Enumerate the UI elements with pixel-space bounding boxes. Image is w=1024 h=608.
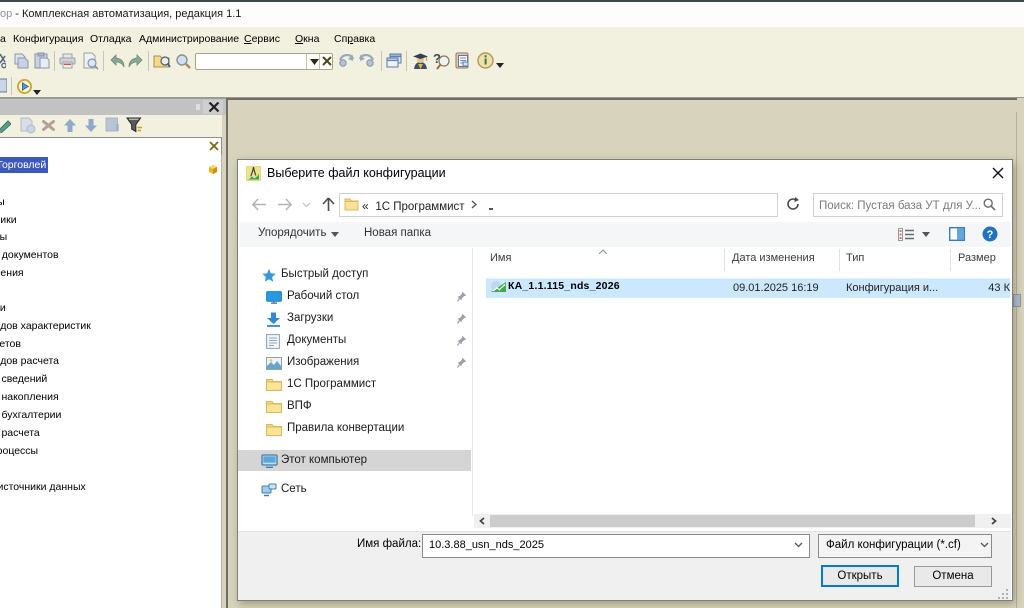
svg-text:?: ? — [987, 229, 994, 241]
